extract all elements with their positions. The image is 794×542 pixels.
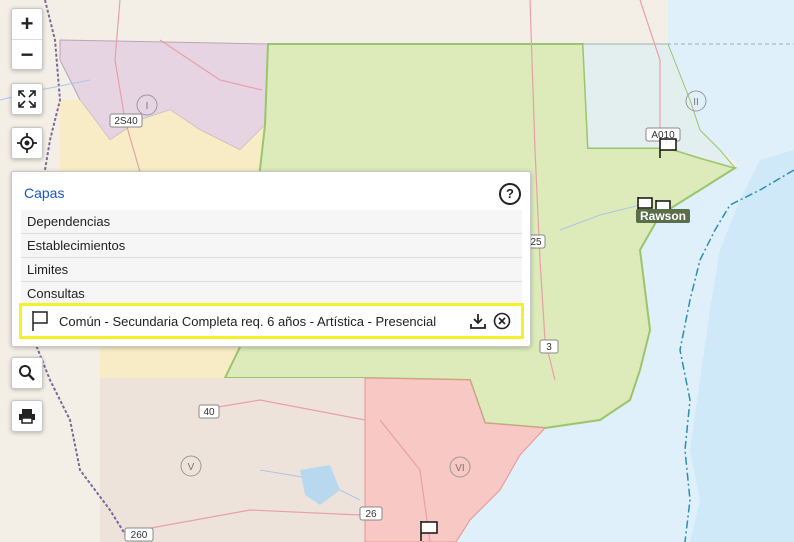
road-label-3: 3 — [546, 342, 552, 353]
region-label-vi: VI — [455, 463, 464, 474]
layer-item-limites[interactable]: Limites — [21, 258, 522, 282]
region-west-lower-area — [100, 347, 240, 378]
region-v-area — [100, 378, 365, 542]
print-button[interactable] — [11, 400, 43, 432]
active-layer-row[interactable]: Común - Secundaria Completa req. 6 años … — [19, 303, 524, 339]
zoom-in-button[interactable]: + — [12, 9, 42, 39]
active-layer-label: Común - Secundaria Completa req. 6 años … — [59, 313, 437, 329]
road-label-260: 260 — [131, 530, 148, 541]
road-label-25: 25 — [530, 237, 542, 248]
layers-panel-title[interactable]: Capas — [24, 185, 64, 201]
locate-button[interactable] — [11, 127, 43, 159]
flag-icon — [32, 311, 48, 331]
layer-item-establecimientos[interactable]: Establecimientos — [21, 234, 522, 258]
close-icon[interactable] — [493, 312, 511, 330]
region-label-v: V — [188, 462, 195, 473]
region-label-i: I — [146, 101, 149, 112]
fullscreen-button[interactable] — [11, 83, 43, 115]
print-icon — [19, 409, 35, 424]
road-label-2s40: 2S40 — [114, 116, 138, 127]
zoom-control: + − — [11, 8, 43, 70]
road-label-40: 40 — [203, 407, 215, 418]
layers-panel: Capas ? Dependencias Establecimientos Li… — [11, 171, 531, 347]
city-label-rawson: Rawson — [640, 209, 686, 223]
layer-item-dependencias[interactable]: Dependencias — [21, 210, 522, 234]
expand-icon — [18, 90, 36, 108]
road-label-26: 26 — [365, 509, 377, 520]
help-icon[interactable]: ? — [499, 183, 521, 205]
zoom-out-button[interactable]: − — [12, 39, 42, 70]
region-label-ii: II — [693, 97, 699, 108]
search-icon — [19, 365, 35, 381]
download-icon[interactable] — [469, 312, 487, 330]
crosshair-icon — [17, 133, 37, 153]
search-button[interactable] — [11, 357, 43, 389]
